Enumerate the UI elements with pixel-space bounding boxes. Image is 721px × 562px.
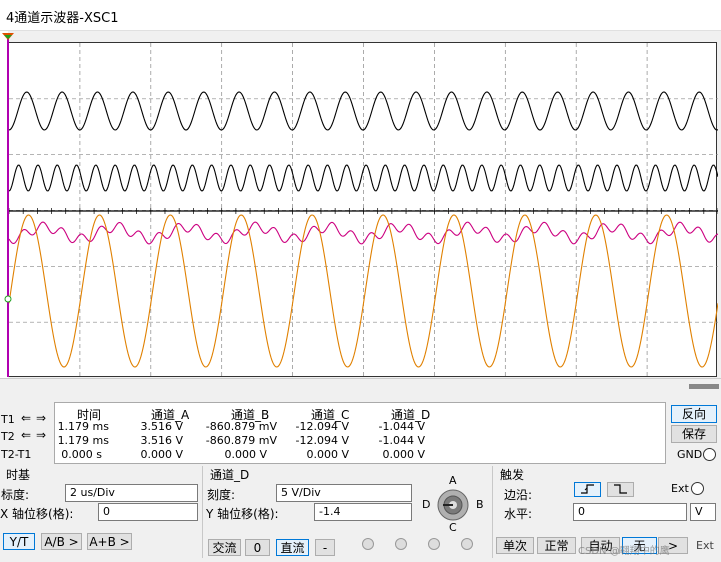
coupling-dc-button[interactable]: 直流 — [276, 539, 309, 556]
coupling-ac-button[interactable]: 交流 — [208, 539, 241, 556]
trigger-edge-label: 边沿: — [504, 488, 533, 502]
window-title: 4通道示波器-XSC1 — [6, 11, 119, 26]
t1-channel-b: -860.879 mV — [205, 420, 277, 433]
coupling-zero-button[interactable]: 0 — [245, 539, 270, 556]
rising-edge-icon — [580, 484, 594, 494]
watermark-text: CSDN @翱翔中的鹰 — [578, 546, 670, 557]
oscilloscope-window: 4通道示波器-XSC1 T1 T2 T2-T1 ⇐ ⇒ ⇐ ⇒ 时间 通道_A … — [0, 0, 721, 562]
t1-time: 1.179 ms — [57, 420, 109, 433]
diff-channel-c: 0.000 V — [306, 448, 349, 461]
gnd-label: GND — [677, 448, 703, 461]
cursor-handle-green-icon[interactable] — [4, 35, 12, 39]
cursor-marker-layer — [2, 33, 14, 377]
timebase-title: 时基 — [6, 468, 31, 482]
x-position-field[interactable]: 0 — [98, 503, 198, 521]
t2-channel-a: 3.516 V — [140, 434, 183, 447]
t2-channel-c: -12.094 V — [295, 434, 349, 447]
scope-display — [8, 42, 718, 378]
trigger-level-field[interactable]: 0 — [573, 503, 687, 521]
reverse-button[interactable]: 反向 — [671, 405, 717, 423]
timebase-scale-label: 标度: — [1, 488, 30, 502]
divider-1 — [202, 466, 203, 558]
t2-right-arrow-icon[interactable]: ⇒ — [36, 428, 46, 442]
t1-left-arrow-icon[interactable]: ⇐ — [21, 411, 31, 425]
falling-edge-icon — [613, 484, 627, 494]
mode-ab-button[interactable]: A/B > — [41, 533, 82, 550]
trigger-level-label: 水平: — [504, 507, 533, 521]
coupling-minus-button[interactable]: - — [315, 539, 335, 556]
mode-a-plus-b-button[interactable]: A+B > — [87, 533, 132, 550]
channel-indicator-2 — [395, 538, 407, 550]
cursor-row-label-t1: T1 — [1, 413, 15, 426]
channel-indicator-4 — [461, 538, 473, 550]
trigger-ext-radio[interactable] — [691, 482, 704, 495]
title-bar: 4通道示波器-XSC1 — [0, 0, 721, 31]
trace-channel-a — [9, 91, 718, 131]
trigger-rising-edge-button[interactable] — [574, 482, 601, 497]
y-position-label: Y 轴位移(格): — [206, 507, 279, 521]
cursor-row-label-t2: T2 — [1, 430, 15, 443]
divider-2 — [492, 466, 493, 558]
selector-label-c: C — [449, 521, 457, 534]
t1-channel-a: 3.516 V — [140, 420, 183, 433]
selector-label-d: D — [422, 498, 431, 511]
trigger-single-button[interactable]: 单次 — [496, 537, 534, 554]
selector-label-a: A — [449, 474, 457, 487]
selector-label-b: B — [476, 498, 484, 511]
mode-yt-button[interactable]: Y/T — [3, 533, 35, 550]
scrollbar-thumb[interactable] — [689, 384, 719, 389]
trigger-normal-button[interactable]: 正常 — [537, 537, 576, 554]
x-position-label: X 轴位移(格): — [0, 507, 74, 521]
t2-left-arrow-icon[interactable]: ⇐ — [21, 428, 31, 442]
channel-selector-knob-icon[interactable] — [435, 488, 471, 522]
trigger-falling-edge-button[interactable] — [607, 482, 634, 497]
t1-channel-c: -12.094 V — [295, 420, 349, 433]
cursor-row-label-t2-t1: T2-T1 — [1, 448, 32, 461]
channel-indicator-3 — [428, 538, 440, 550]
channel-indicator-1 — [362, 538, 374, 550]
channel-title: 通道_D — [210, 468, 250, 482]
diff-channel-d: 0.000 V — [382, 448, 425, 461]
gnd-radio[interactable] — [703, 448, 716, 461]
save-button[interactable]: 保存 — [671, 425, 717, 443]
channel-d-ground-marker-icon[interactable] — [4, 295, 12, 303]
trigger-title: 触发 — [500, 468, 525, 482]
trigger-ext-mode-label: Ext — [696, 539, 714, 552]
channel-scale-field[interactable]: 5 V/Div — [276, 484, 412, 502]
t2-channel-b: -860.879 mV — [205, 434, 277, 447]
y-position-field[interactable]: -1.4 — [314, 503, 412, 521]
diff-time: 0.000 s — [61, 448, 102, 461]
measurement-table: 时间 通道_A 通道_B 通道_C 通道_D 1.179 ms 3.516 V … — [54, 402, 666, 464]
horizontal-scrollbar[interactable] — [0, 378, 721, 394]
waveform-plot — [9, 43, 718, 378]
trigger-ext-label: Ext — [671, 482, 689, 495]
t2-time: 1.179 ms — [57, 434, 109, 447]
channel-scale-label: 刻度: — [207, 488, 236, 502]
diff-channel-a: 0.000 V — [140, 448, 183, 461]
diff-channel-b: 0.000 V — [224, 448, 267, 461]
trigger-level-unit[interactable]: V — [690, 503, 716, 521]
timebase-scale-field[interactable]: 2 us/Div — [65, 484, 198, 502]
t2-channel-d: -1.044 V — [378, 434, 425, 447]
t1-channel-d: -1.044 V — [378, 420, 425, 433]
t1-right-arrow-icon[interactable]: ⇒ — [36, 411, 46, 425]
